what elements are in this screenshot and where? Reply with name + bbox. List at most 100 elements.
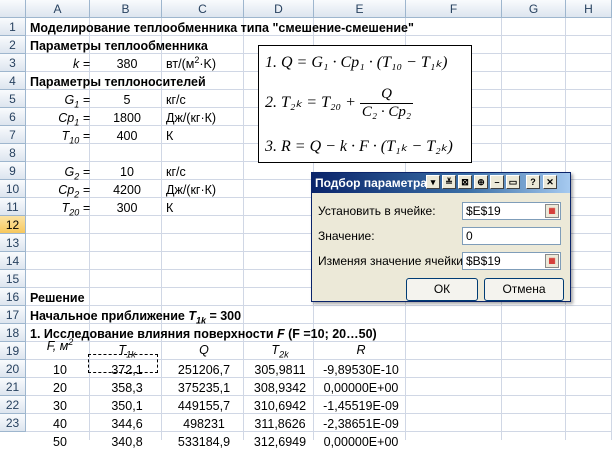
k-unit[interactable]: вт/(м2·K) [166,55,216,73]
param-value[interactable]: 300 [92,199,162,217]
restore-icon[interactable]: ▭ [506,175,520,189]
param-label[interactable]: T10 = [30,127,90,145]
table-cell[interactable]: 311,8626 [246,415,314,433]
row-header-15[interactable]: 15 [0,270,26,288]
param-value[interactable]: 400 [92,127,162,145]
row-header-12[interactable]: 12 [0,216,26,234]
table-cell[interactable]: 305,9811 [246,361,314,379]
table-cell[interactable]: 50 [30,433,90,451]
row-header-22[interactable]: 22 [0,396,26,414]
table-cell[interactable]: 350,1 [92,397,162,415]
column-header-h[interactable]: H [566,0,612,18]
table-cell[interactable]: 0,00000E+00 [316,379,406,397]
table-cell[interactable]: 251206,7 [164,361,244,379]
help-icon[interactable]: ? [526,175,540,189]
table-cell[interactable]: -9,89530E-10 [316,361,406,379]
table-cell[interactable]: 449155,7 [164,397,244,415]
formula-picture[interactable]: 1. Q = G₁ · Cp₁ · (T₁₀ − T₁ₖ) 2. T₂ₖ = T… [258,45,472,163]
column-header-d[interactable]: D [244,0,314,18]
minimize-bar-icon[interactable]: – [490,175,504,189]
row-header-3[interactable]: 3 [0,54,26,72]
grid-icon[interactable]: ⊠ [458,175,472,189]
set-cell-input[interactable]: $E$19 ▦ [462,202,561,220]
header-f[interactable]: F, м2 [30,337,90,357]
table-cell[interactable]: 40 [30,415,90,433]
column-header-g[interactable]: G [502,0,566,18]
param-value[interactable]: 4200 [92,181,162,199]
select-all-corner[interactable] [0,0,26,18]
column-header-a[interactable]: A [26,0,90,18]
chevron-down-icon[interactable]: ▾ [426,175,440,189]
initial-approximation[interactable]: Начальное приближение T1k = 300 [30,307,241,325]
row-header-1[interactable]: 1 [0,18,26,36]
table-cell[interactable]: -2,38651E-09 [316,415,406,433]
row-header-11[interactable]: 11 [0,198,26,216]
row-header-2[interactable]: 2 [0,36,26,54]
table-cell[interactable]: 310,6942 [246,397,314,415]
param-unit[interactable]: Дж/(кг·К) [166,109,216,127]
param-label[interactable]: Cp1 = [30,109,90,127]
param-label[interactable]: G1 = [30,91,90,109]
param-value[interactable]: 5 [92,91,162,109]
column-header-b[interactable]: B [90,0,162,18]
table-cell[interactable]: 533184,9 [164,433,244,451]
row-header-23[interactable]: 23 [0,414,26,432]
table-cell[interactable]: 375235,1 [164,379,244,397]
table-cell[interactable]: 358,3 [92,379,162,397]
sheet-title[interactable]: Моделирование теплообменника типа "смеше… [30,19,414,37]
range-picker-icon[interactable]: ▦ [545,254,559,268]
solution-heading[interactable]: Решение [30,289,85,307]
k-value[interactable]: 380 [92,55,162,73]
column-header-c[interactable]: C [162,0,244,18]
row-header-17[interactable]: 17 [0,306,26,324]
table-cell[interactable]: 340,8 [92,433,162,451]
row-header-10[interactable]: 10 [0,180,26,198]
row-header-13[interactable]: 13 [0,234,26,252]
param-unit[interactable]: Дж/(кг·К) [166,181,216,199]
value-input[interactable]: 0 [462,227,561,245]
row-header-8[interactable]: 8 [0,144,26,162]
range-picker-icon[interactable]: ▦ [545,204,559,218]
header-r[interactable]: R [316,341,406,359]
row-header-21[interactable]: 21 [0,378,26,396]
ok-button[interactable]: ОК [406,278,478,301]
column-header-e[interactable]: E [314,0,406,18]
row-header-16[interactable]: 16 [0,288,26,306]
pin-icon[interactable]: ⊕ [474,175,488,189]
params-heat-exchanger-heading[interactable]: Параметры теплообменника [30,37,208,55]
param-label[interactable]: G2 = [30,163,90,181]
table-cell[interactable]: 20 [30,379,90,397]
row-header-14[interactable]: 14 [0,252,26,270]
header-t2k[interactable]: T2k [246,341,314,359]
table-cell[interactable]: 312,6949 [246,433,314,451]
table-cell[interactable]: 498231 [164,415,244,433]
k-label[interactable]: k = [30,55,90,73]
table-cell[interactable]: 30 [30,397,90,415]
param-label[interactable]: Cp2 = [30,181,90,199]
row-header-18[interactable]: 18 [0,324,26,342]
dialog-titlebar[interactable]: Подбор параметра ▾ ≚ ⊠ ⊕ – ▭ ? ✕ [312,173,570,193]
changing-cell-input[interactable]: $B$19 ▦ [462,252,561,270]
param-unit[interactable]: К [166,127,173,145]
table-cell[interactable]: 308,9342 [246,379,314,397]
header-q[interactable]: Q [164,341,244,359]
params-fluids-heading[interactable]: Параметры теплоносителей [30,73,206,91]
param-unit[interactable]: кг/с [166,91,186,109]
param-unit[interactable]: К [166,199,173,217]
param-unit[interactable]: кг/с [166,163,186,181]
param-label[interactable]: T20 = [30,199,90,217]
row-header-5[interactable]: 5 [0,90,26,108]
close-icon[interactable]: ✕ [543,175,557,189]
row-header-6[interactable]: 6 [0,108,26,126]
table-cell[interactable]: 0,00000E+00 [316,433,406,451]
goal-seek-dialog[interactable]: Подбор параметра ▾ ≚ ⊠ ⊕ – ▭ ? ✕ Установ… [311,172,571,302]
row-header-9[interactable]: 9 [0,162,26,180]
cancel-button[interactable]: Отмена [484,278,564,301]
column-header-f[interactable]: F [406,0,502,18]
param-value[interactable]: 10 [92,163,162,181]
table-cell[interactable]: 10 [30,361,90,379]
double-chevron-icon[interactable]: ≚ [442,175,456,189]
row-header-19[interactable]: 19 [0,342,26,360]
row-header-20[interactable]: 20 [0,360,26,378]
row-header-7[interactable]: 7 [0,126,26,144]
